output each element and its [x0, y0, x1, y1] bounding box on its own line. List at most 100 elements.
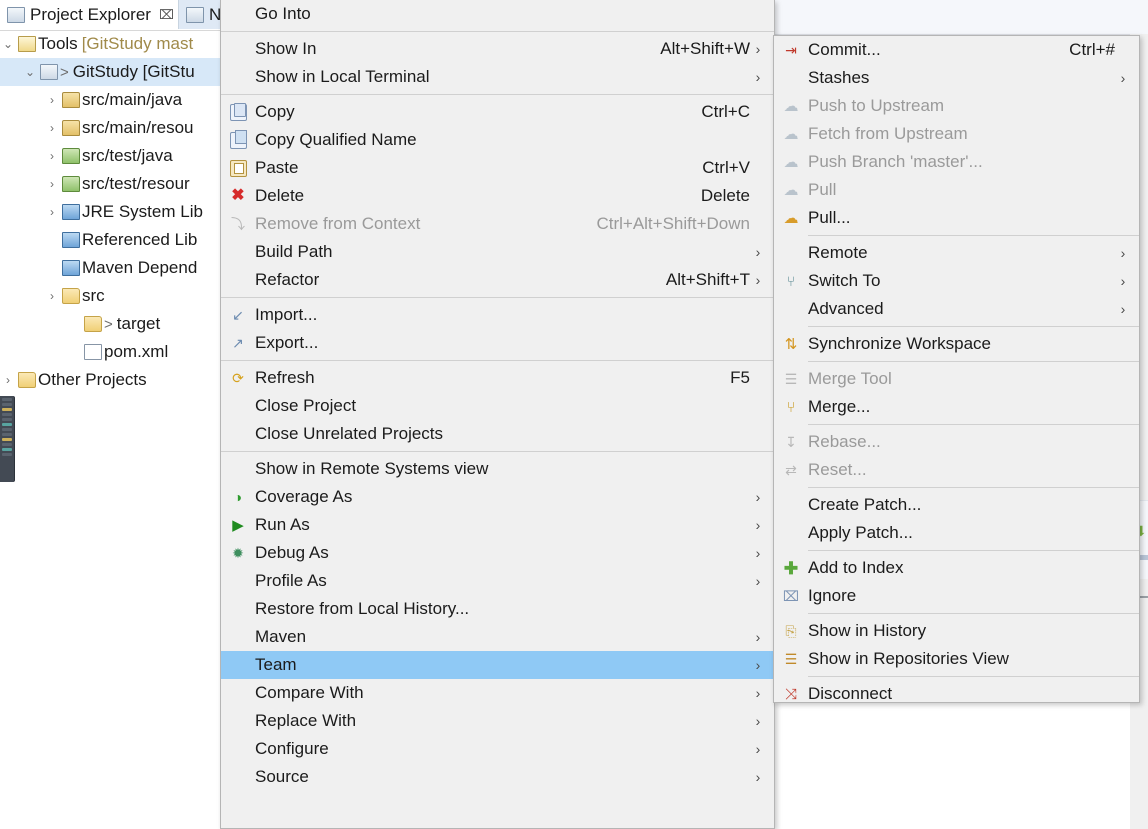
- menu-item-configure[interactable]: Configure ›: [221, 735, 774, 763]
- tree-item-label: JRE System Lib: [82, 202, 203, 221]
- submenu-chevron-right-icon: ›: [755, 573, 761, 589]
- tree-item-src-test-resour[interactable]: › src/test/resour: [0, 170, 240, 198]
- tree-item-label-group: Tools [GitStudy mast: [38, 34, 193, 54]
- menu-item-label: Pull: [808, 180, 837, 199]
- menu-item-merge[interactable]: ⑂ Merge... ›: [774, 393, 1139, 421]
- submenu-chevron-right-icon: ›: [755, 545, 761, 561]
- menu-item-ignore[interactable]: ⌧ Ignore ›: [774, 582, 1139, 610]
- submenu-chevron-right-icon: ›: [755, 69, 761, 85]
- menu-item-switch-to[interactable]: ⑂ Switch To ›: [774, 267, 1139, 295]
- menu-item-copy[interactable]: Copy Ctrl+C›: [221, 98, 774, 126]
- tree-item-label-group: > GitStudy [GitStu: [60, 62, 195, 82]
- menu-item-build-path[interactable]: Build Path ›: [221, 238, 774, 266]
- menu-item-label: Source: [255, 767, 309, 786]
- tree-item-jre-system-lib[interactable]: › JRE System Lib: [0, 198, 240, 226]
- menu-item-label: Show In: [255, 39, 317, 58]
- menu-item-apply-patch[interactable]: Apply Patch... ›: [774, 519, 1139, 547]
- menu-item-export[interactable]: ↗ Export... ›: [221, 329, 774, 357]
- tree-item-target[interactable]: > target: [0, 310, 240, 338]
- expand-chevron-icon[interactable]: ›: [44, 149, 60, 163]
- coverage-icon: ◑: [233, 489, 243, 505]
- menu-item-pull[interactable]: ☁ Pull... ›: [774, 204, 1139, 232]
- menu-item-profile-as[interactable]: Profile As ›: [221, 567, 774, 595]
- tree-item-src-test-java[interactable]: › src/test/java: [0, 142, 240, 170]
- menu-item-paste[interactable]: Paste Ctrl+V›: [221, 154, 774, 182]
- tree-item-pom-xml[interactable]: pom.xml: [0, 338, 240, 366]
- project-context-menu[interactable]: Go Into›Show InAlt+Shift+W›Show in Local…: [220, 0, 775, 829]
- menu-arrow-spacer: ›: [1115, 154, 1131, 170]
- menu-item-disconnect[interactable]: ⤨ Disconnect ›: [774, 680, 1139, 708]
- menu-arrow-spacer: ›: [750, 307, 766, 323]
- expand-chevron-icon[interactable]: ›: [0, 373, 16, 387]
- menu-item-label: Commit...: [808, 40, 881, 59]
- menu-item-close-unrelated-projects[interactable]: Close Unrelated Projects ›: [221, 420, 774, 448]
- tree-item-src[interactable]: › src: [0, 282, 240, 310]
- menu-item-refresh[interactable]: ⟳ Refresh F5›: [221, 364, 774, 392]
- menu-item-coverage-as[interactable]: ◑ Coverage As ›: [221, 483, 774, 511]
- menu-item-label: Show in Local Terminal: [255, 67, 430, 86]
- menu-item-commit[interactable]: ⇥ Commit... Ctrl+#›: [774, 36, 1139, 64]
- pull-config-icon: ☁: [783, 209, 799, 227]
- menu-item-show-in[interactable]: Show In Alt+Shift+W ›: [221, 35, 774, 63]
- menu-item-show-in-remote-systems-view[interactable]: Show in Remote Systems view ›: [221, 455, 774, 483]
- menu-item-label: Restore from Local History...: [255, 599, 470, 618]
- menu-item-show-in-history[interactable]: ⎘ Show in History ›: [774, 617, 1139, 645]
- menu-item-source[interactable]: Source ›: [221, 763, 774, 791]
- tree-item-label-group: > target: [104, 314, 160, 334]
- expand-chevron-icon[interactable]: ›: [44, 121, 60, 135]
- expand-chevron-icon[interactable]: ›: [44, 289, 60, 303]
- folder-question-icon: [84, 316, 102, 333]
- tree-item-maven-depend[interactable]: Maven Depend: [0, 254, 240, 282]
- expand-chevron-icon[interactable]: ›: [44, 93, 60, 107]
- editor-area-background: [775, 0, 1148, 35]
- team-submenu[interactable]: ⇥Commit...Ctrl+#›Stashes› ☁ Push to Upstre…: [773, 35, 1140, 703]
- menu-item-import[interactable]: ↙ Import... ›: [221, 301, 774, 329]
- expand-chevron-icon[interactable]: ›: [44, 177, 60, 191]
- export-icon: ↗: [232, 335, 244, 351]
- menu-item-create-patch[interactable]: Create Patch... ›: [774, 491, 1139, 519]
- menu-item-copy-qualified-name[interactable]: Copy Qualified Name ›: [221, 126, 774, 154]
- tree-item-referenced-lib[interactable]: Referenced Lib: [0, 226, 240, 254]
- menu-separator: [808, 487, 1139, 488]
- menu-item-remote[interactable]: Remote ›: [774, 239, 1139, 267]
- menu-item-compare-with[interactable]: Compare With ›: [221, 679, 774, 707]
- menu-item-restore-from-local-history[interactable]: Restore from Local History... ›: [221, 595, 774, 623]
- editor-minimap-handle[interactable]: [0, 396, 15, 482]
- menu-item-stashes[interactable]: Stashes ›: [774, 64, 1139, 92]
- debug-icon: ✹: [232, 545, 244, 561]
- menu-item-advanced[interactable]: Advanced ›: [774, 295, 1139, 323]
- menu-item-close-project[interactable]: Close Project ›: [221, 392, 774, 420]
- expand-chevron-icon[interactable]: ›: [44, 205, 60, 219]
- tree-item-tools[interactable]: ⌄ Tools [GitStudy mast: [0, 30, 240, 58]
- tree-item-src-main-java[interactable]: › src/main/java: [0, 86, 240, 114]
- copy-qualified-name-icon: [229, 129, 247, 149]
- menu-item-debug-as[interactable]: ✹ Debug As ›: [221, 539, 774, 567]
- menu-item-show-in-local-terminal[interactable]: Show in Local Terminal ›: [221, 63, 774, 91]
- expand-chevron-icon[interactable]: ⌄: [22, 65, 38, 79]
- menu-item-delete[interactable]: ✖DeleteDelete›: [221, 182, 774, 210]
- xml-file-icon: [84, 344, 102, 361]
- expand-chevron-icon[interactable]: ⌄: [0, 37, 16, 51]
- project-tree[interactable]: ⌄ Tools [GitStudy mast ⌄ > GitStudy [GitStu › s…: [0, 30, 240, 394]
- tree-item-label: Referenced Lib: [82, 230, 198, 249]
- tab-project-explorer[interactable]: Project Explorer ⌧: [0, 0, 181, 29]
- push-branch-icon: ☁: [783, 153, 799, 171]
- submenu-chevron-right-icon: ›: [755, 657, 761, 673]
- menu-item-replace-with[interactable]: Replace With ›: [221, 707, 774, 735]
- tree-item-gitstudy-gitstu[interactable]: ⌄ > GitStudy [GitStu: [0, 58, 240, 86]
- menu-item-label: Run As: [255, 515, 310, 534]
- menu-item-icon-slot: ✚: [774, 560, 808, 577]
- close-icon[interactable]: ⌧: [159, 7, 174, 23]
- menu-item-maven[interactable]: Maven ›: [221, 623, 774, 651]
- menu-separator: [808, 361, 1139, 362]
- menu-item-run-as[interactable]: ▶ Run As ›: [221, 511, 774, 539]
- menu-item-show-in-repositories-view[interactable]: ☰ Show in Repositories View ›: [774, 645, 1139, 673]
- menu-item-refactor[interactable]: Refactor Alt+Shift+T ›: [221, 266, 774, 294]
- menu-item-label: Push to Upstream: [808, 96, 945, 115]
- menu-item-synchronize-workspace[interactable]: ⇅ Synchronize Workspace ›: [774, 330, 1139, 358]
- tree-item-src-main-resou[interactable]: › src/main/resou: [0, 114, 240, 142]
- menu-item-go-into[interactable]: Go Into ›: [221, 0, 774, 28]
- menu-item-team[interactable]: Team ›: [221, 651, 774, 679]
- menu-item-add-to-index[interactable]: ✚ Add to Index ›: [774, 554, 1139, 582]
- tree-item-other-projects[interactable]: › Other Projects: [0, 366, 240, 394]
